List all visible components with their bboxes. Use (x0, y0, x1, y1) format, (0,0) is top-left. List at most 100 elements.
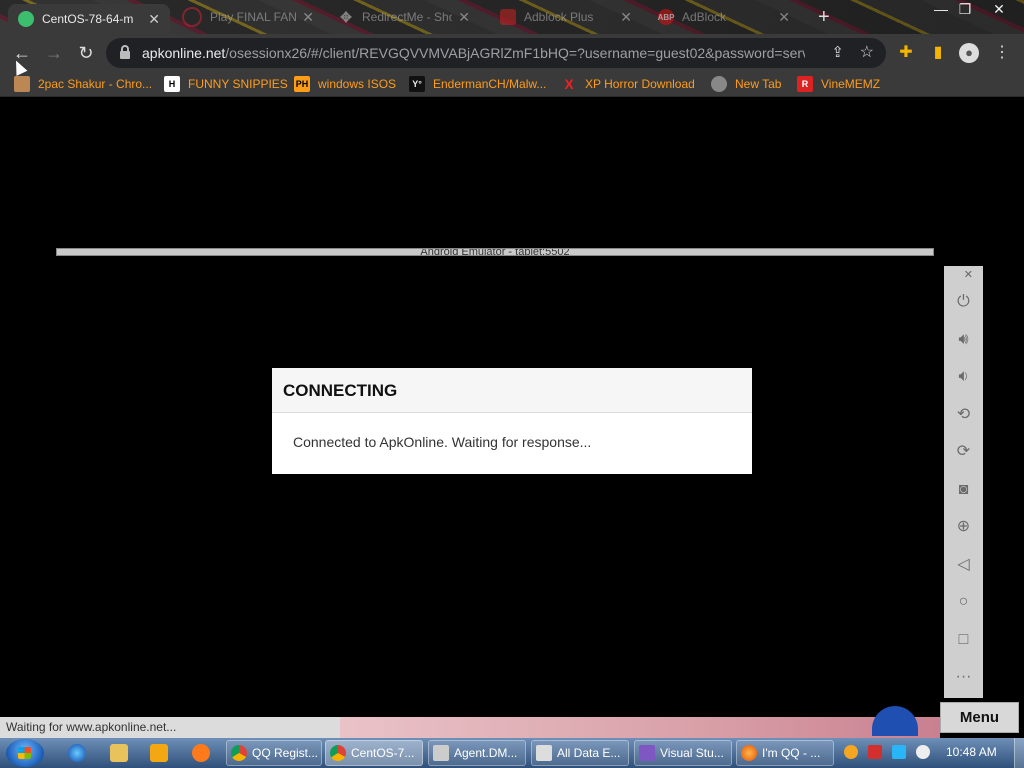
emulator-title-bar[interactable]: Android Emulator - tablet:5502 (56, 248, 934, 256)
emulator-title: Android Emulator - tablet:5502 (420, 248, 570, 256)
power-icon[interactable]: ⏻ (944, 290, 983, 314)
adblock-plus-icon (500, 9, 516, 25)
start-button[interactable] (6, 739, 44, 767)
bookmark-label: VineMEMZ (821, 77, 881, 91)
bookmark-label: XP Horror Download (585, 77, 695, 91)
taskbar-clock[interactable]: 10:48 AM (946, 745, 997, 759)
connecting-dialog: CONNECTING Connected to ApkOnline. Waiti… (272, 368, 752, 474)
dialog-message: Connected to ApkOnline. Waiting for resp… (293, 434, 592, 450)
centos-favicon-icon (18, 11, 34, 27)
share-icon[interactable]: ⇪ (831, 43, 844, 61)
tab-label: Adblock Plus (524, 10, 594, 24)
window-app-icon (536, 745, 552, 761)
tab-label: RedirectMe - Sho (362, 10, 453, 24)
h-letter-icon: H (164, 76, 180, 92)
taskbar-item-all-data[interactable]: All Data E... (531, 740, 629, 766)
opera-favicon-icon (182, 7, 202, 27)
visual-studio-icon (639, 745, 655, 761)
emulator-control-panel: ✕ ⏻ 🔊︎ 🔉︎ ⟲ ⟳ ◙ ⊕ ◁ ○ □ ··· (944, 266, 983, 698)
more-dots-icon[interactable]: ··· (944, 665, 983, 689)
tab-redirectme[interactable]: ✥ RedirectMe - Sho ✕ (328, 2, 480, 32)
taskbar-item-centos[interactable]: CentOS-7... (325, 740, 423, 766)
taskbar-item-agent-dm[interactable]: Agent.DM... (428, 740, 526, 766)
window-app-icon (433, 745, 449, 761)
app-quicklaunch-icon[interactable] (192, 744, 210, 762)
url-host: apkonline.net (142, 45, 226, 61)
forward-button[interactable]: → (42, 41, 66, 65)
close-icon[interactable]: ✕ (458, 9, 470, 26)
tab-strip: CentOS-78-64-m ✕ Play FINAL FAN ✕ ✥ Redi… (0, 0, 1024, 34)
tab-label: CentOS-78-64-m (42, 12, 134, 26)
internet-explorer-icon[interactable] (68, 744, 86, 762)
media-player-icon[interactable] (150, 744, 168, 762)
close-icon[interactable]: ✕ (302, 9, 314, 26)
close-icon[interactable]: ✕ (620, 9, 632, 26)
task-label: QQ Regist... (252, 746, 319, 760)
volume-up-icon[interactable]: 🔊︎ (944, 328, 983, 352)
taskbar-item-qq-register[interactable]: QQ Regist... (226, 740, 322, 766)
close-icon[interactable]: ✕ (148, 11, 160, 28)
back-triangle-icon[interactable]: ◁ (944, 553, 983, 577)
bookmark-item[interactable]: 2pac Shakur - Chro... (14, 75, 152, 93)
taskbar-item-visual-studio[interactable]: Visual Stu... (634, 740, 732, 766)
zoom-icon[interactable]: ⊕ (944, 515, 983, 539)
crosshair-icon: ✥ (340, 8, 352, 25)
camera-icon[interactable]: ◙ (944, 478, 983, 502)
abp-icon: ABP (658, 9, 674, 25)
volume-down-icon[interactable]: 🔉︎ (944, 365, 983, 389)
bookmark-item[interactable]: New Tab (711, 75, 781, 93)
reload-button[interactable]: ↻ (74, 41, 98, 65)
tab-adblock[interactable]: ABP AdBlock ✕ (648, 2, 800, 32)
tab-label: AdBlock (682, 10, 727, 24)
bookmark-item[interactable]: H FUNNY SNIPPIES (164, 75, 288, 93)
bookmark-item[interactable]: PH windows ISOS (294, 75, 396, 93)
bookmark-label: FUNNY SNIPPIES (188, 77, 288, 91)
extensions-icon[interactable]: ✚ (896, 43, 916, 63)
rotate-right-icon[interactable]: ⟳ (944, 440, 983, 464)
more-menu-icon[interactable]: ⋮ (992, 43, 1012, 63)
close-icon[interactable]: ✕ (964, 268, 973, 281)
close-window-icon[interactable]: ✕ (984, 0, 1014, 20)
x-letter-icon: X (564, 76, 574, 92)
bookmark-item[interactable]: Y° EndermanCH/Malw... (409, 75, 546, 93)
side-panel-icon[interactable]: ▮ (928, 43, 948, 63)
globe-icon (711, 76, 727, 92)
bookmark-label: EndermanCH/Malw... (433, 77, 547, 91)
address-bar[interactable]: apkonline.net /osessionx26/#/client/REVG… (106, 38, 886, 68)
rotate-left-icon[interactable]: ⟲ (944, 403, 983, 427)
lock-icon[interactable] (120, 45, 130, 59)
star-icon[interactable]: ☆ (860, 42, 874, 62)
tab-adblock-plus[interactable]: Adblock Plus ✕ (490, 2, 642, 32)
task-label: Visual Stu... (660, 746, 724, 760)
close-icon[interactable]: ✕ (778, 9, 790, 26)
dialog-title: CONNECTING (272, 368, 752, 413)
chrome-icon (231, 745, 247, 761)
yp-letter-icon: Y° (409, 76, 425, 92)
tray-volume-icon[interactable] (916, 745, 930, 759)
tab-centos[interactable]: CentOS-78-64-m ✕ (8, 4, 170, 34)
chrome-icon (330, 745, 346, 761)
url-path: /osessionx26/#/client/REVGQVVMVABjAGRlZm… (225, 45, 806, 61)
r-letter-icon: R (797, 76, 813, 92)
tray-search-icon[interactable] (844, 745, 858, 759)
new-tab-button[interactable]: + (818, 6, 830, 29)
tray-network-icon[interactable] (892, 745, 906, 759)
bookmark-item[interactable]: R VineMEMZ (797, 75, 880, 93)
bookmark-label: 2pac Shakur - Chro... (38, 77, 153, 91)
task-label: Agent.DM... (454, 746, 518, 760)
overview-square-icon[interactable]: □ (944, 628, 983, 652)
tray-flag-icon[interactable] (868, 745, 882, 759)
file-explorer-icon[interactable] (110, 744, 128, 762)
task-label: All Data E... (557, 746, 621, 760)
bookmark-item[interactable]: X XP Horror Download (561, 75, 695, 93)
page-viewport: Android Emulator - tablet:5502 ✕ ⏻ 🔊︎ 🔉︎… (0, 97, 1024, 717)
home-circle-icon[interactable]: ○ (944, 590, 983, 614)
menu-button[interactable]: Menu (940, 702, 1019, 733)
show-desktop-button[interactable] (1014, 738, 1024, 768)
firefox-icon (741, 745, 757, 761)
restore-icon[interactable]: ❐ (950, 0, 980, 20)
bookmark-label: windows ISOS (318, 77, 397, 91)
tab-play-final-fantasy[interactable]: Play FINAL FAN ✕ (172, 2, 324, 32)
profile-avatar-icon[interactable]: ● (959, 43, 979, 63)
taskbar-item-qq[interactable]: I'm QQ - ... (736, 740, 834, 766)
